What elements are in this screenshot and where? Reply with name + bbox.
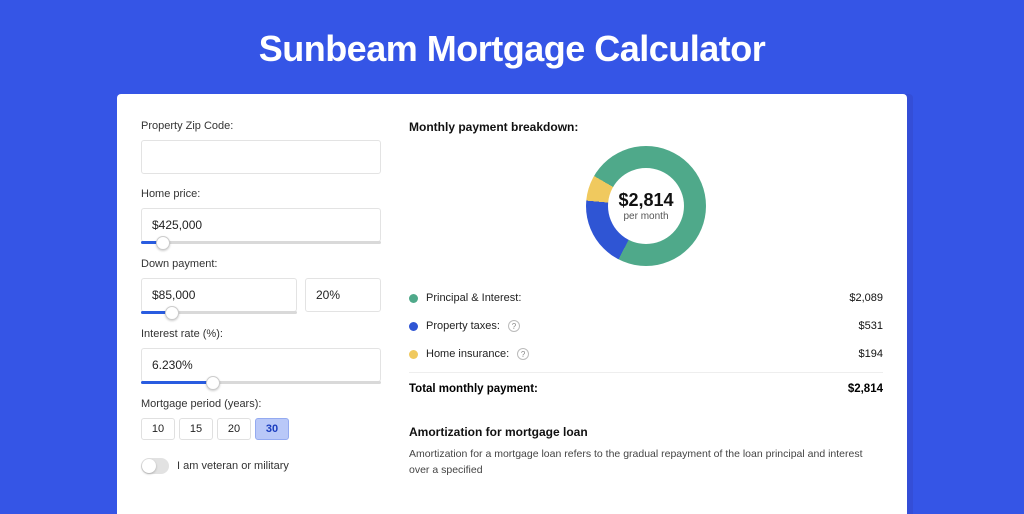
legend-dot-icon (409, 322, 418, 331)
veteran-label: I am veteran or military (177, 460, 289, 472)
interest-slider[interactable] (141, 381, 381, 384)
legend: Principal & Interest: $2,089 Property taxe… (409, 284, 883, 368)
help-icon[interactable]: ? (508, 320, 520, 332)
veteran-row: I am veteran or military (141, 458, 381, 474)
home-price-slider[interactable] (141, 241, 381, 244)
legend-dot-icon (409, 294, 418, 303)
zip-input[interactable] (141, 140, 381, 174)
down-payment-slider[interactable] (141, 311, 297, 314)
legend-row: Home insurance:? $194 (409, 340, 883, 368)
down-payment-input[interactable] (141, 278, 297, 312)
period-option-20[interactable]: 20 (217, 418, 251, 440)
down-payment-block: Down payment: (141, 258, 381, 314)
page-title: Sunbeam Mortgage Calculator (0, 0, 1024, 94)
period-option-10[interactable]: 10 (141, 418, 175, 440)
period-label: Mortgage period (years): (141, 398, 381, 410)
total-row: Total monthly payment: $2,814 (409, 372, 883, 407)
donut-wrap: $2,814 per month (409, 146, 883, 266)
legend-value: $2,089 (849, 292, 883, 304)
help-icon[interactable]: ? (517, 348, 529, 360)
legend-value: $194 (859, 348, 883, 360)
veteran-toggle[interactable] (141, 458, 169, 474)
legend-dot-icon (409, 350, 418, 359)
breakdown-title: Monthly payment breakdown: (409, 120, 883, 134)
form-panel: Property Zip Code: Home price: Down paym… (141, 120, 381, 488)
donut-center: $2,814 per month (608, 168, 684, 244)
down-payment-slider-thumb[interactable] (165, 306, 179, 320)
legend-left: Principal & Interest: (409, 292, 521, 304)
donut-chart: $2,814 per month (586, 146, 706, 266)
legend-label: Property taxes: (426, 320, 500, 332)
interest-slider-thumb[interactable] (206, 376, 220, 390)
legend-label: Principal & Interest: (426, 292, 521, 304)
legend-row: Property taxes:? $531 (409, 312, 883, 340)
period-option-15[interactable]: 15 (179, 418, 213, 440)
zip-label: Property Zip Code: (141, 120, 381, 132)
home-price-slider-thumb[interactable] (156, 236, 170, 250)
period-block: Mortgage period (years): 10152030 (141, 398, 381, 440)
legend-left: Home insurance:? (409, 348, 529, 360)
interest-input[interactable] (141, 348, 381, 382)
legend-row: Principal & Interest: $2,089 (409, 284, 883, 312)
toggle-knob-icon (142, 459, 156, 473)
legend-value: $531 (859, 320, 883, 332)
amortization-text: Amortization for a mortgage loan refers … (409, 447, 883, 479)
interest-block: Interest rate (%): (141, 328, 381, 384)
zip-field-block: Property Zip Code: (141, 120, 381, 174)
amortization-title: Amortization for mortgage loan (409, 425, 883, 439)
donut-sub: per month (623, 211, 668, 222)
down-payment-label: Down payment: (141, 258, 381, 270)
home-price-block: Home price: (141, 188, 381, 244)
total-label: Total monthly payment: (409, 383, 538, 395)
down-payment-pct-input[interactable] (305, 278, 381, 312)
donut-amount: $2,814 (618, 190, 673, 211)
total-value: $2,814 (848, 383, 883, 395)
home-price-label: Home price: (141, 188, 381, 200)
legend-left: Property taxes:? (409, 320, 520, 332)
period-option-30[interactable]: 30 (255, 418, 289, 440)
period-options: 10152030 (141, 418, 381, 440)
home-price-input[interactable] (141, 208, 381, 242)
legend-label: Home insurance: (426, 348, 509, 360)
breakdown-panel: Monthly payment breakdown: $2,814 per mo… (409, 120, 883, 488)
interest-slider-fill (141, 381, 213, 384)
calculator-card: Property Zip Code: Home price: Down paym… (117, 94, 907, 514)
interest-label: Interest rate (%): (141, 328, 381, 340)
